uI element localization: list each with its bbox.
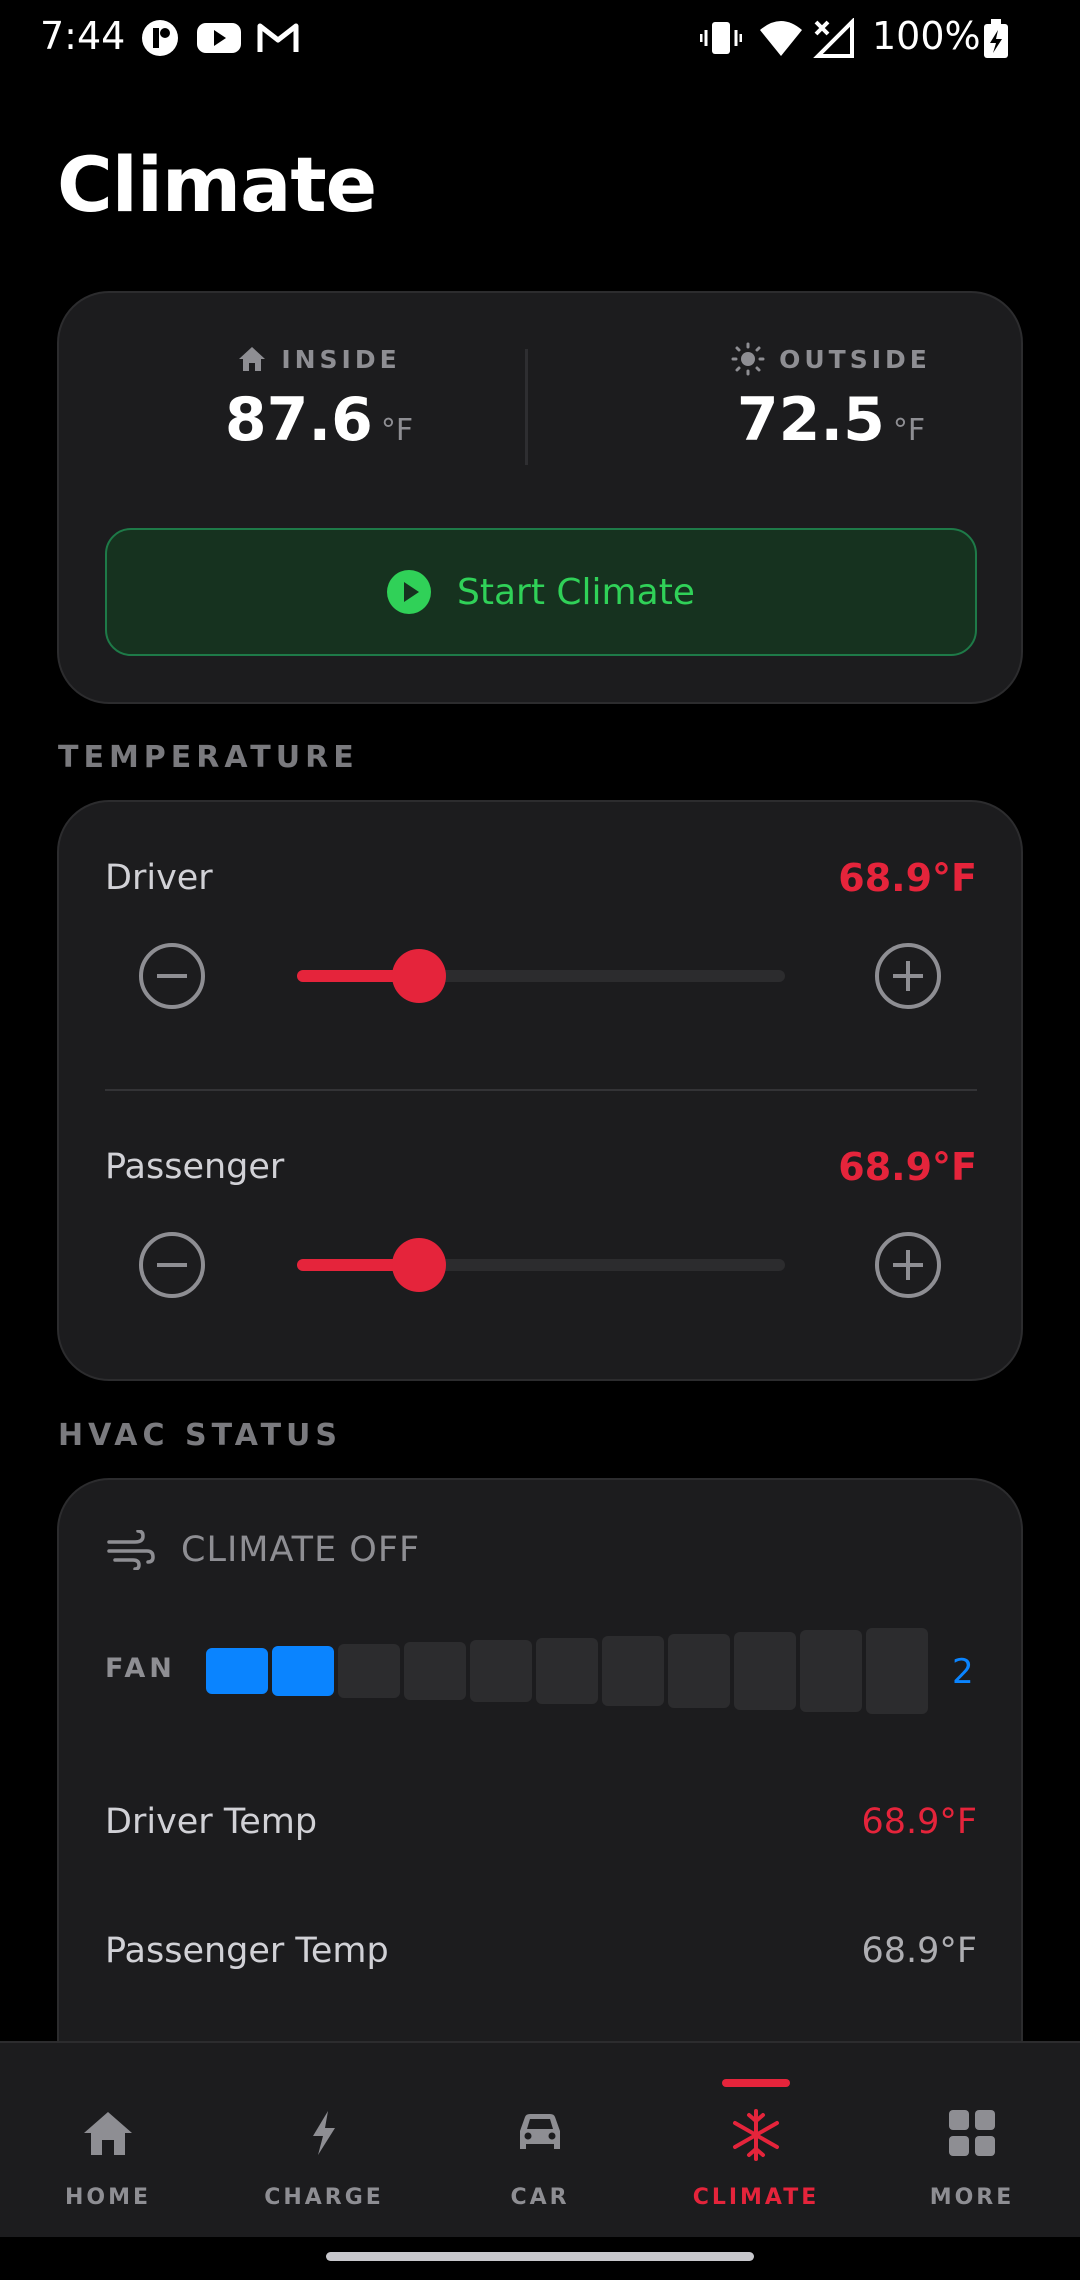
fan-level-meter	[206, 1628, 986, 1714]
grid-icon	[949, 2110, 995, 2156]
passenger-increase-button[interactable]	[875, 1232, 941, 1298]
hvac-passenger-temp-label: Passenger Temp	[105, 1931, 389, 1971]
start-climate-button[interactable]: Start Climate	[105, 528, 977, 656]
nav-car[interactable]: CAR	[432, 2043, 648, 2239]
fan-level-bar	[536, 1638, 598, 1704]
nav-charge[interactable]: CHARGE	[216, 2043, 432, 2239]
nav-climate-label: CLIMATE	[692, 2185, 820, 2210]
temperature-section-title: TEMPERATURE	[58, 740, 359, 775]
page-title: Climate	[57, 140, 377, 229]
inside-unit: °F	[380, 413, 414, 448]
start-climate-label: Start Climate	[457, 571, 695, 613]
driver-temp-slider[interactable]	[297, 949, 785, 1003]
inside-temperature: INSIDE 87.6 °F	[109, 341, 529, 456]
nav-home[interactable]: HOME	[0, 2043, 216, 2239]
nav-charge-label: CHARGE	[264, 2185, 384, 2210]
gesture-home-bar[interactable]	[326, 2252, 754, 2261]
fan-level-bar	[272, 1646, 334, 1696]
fan-wind-icon	[107, 1530, 155, 1570]
fan-level-bar	[470, 1640, 532, 1702]
status-time: 7:44	[40, 14, 126, 58]
nav-more-label: MORE	[929, 2185, 1015, 2210]
snowflake-icon	[733, 2109, 779, 2161]
fan-level-bar	[668, 1634, 730, 1708]
home-icon	[239, 347, 266, 371]
status-bar: 7:44 100%	[0, 0, 1080, 80]
play-icon	[387, 570, 432, 614]
fan-level-bar	[338, 1644, 400, 1698]
battery-charging-icon	[984, 19, 1008, 58]
wifi-icon	[760, 21, 802, 56]
inside-label: INSIDE	[281, 344, 401, 374]
hvac-driver-temp-value: 68.9°F	[861, 1802, 977, 1842]
fan-level-bar	[602, 1636, 664, 1706]
fan-value: 2	[952, 1652, 974, 1692]
hvac-section-title: HVAC STATUS	[58, 1418, 343, 1453]
gmail-icon	[257, 23, 299, 52]
hvac-driver-temp-label: Driver Temp	[105, 1802, 318, 1842]
fan-label: FAN	[105, 1653, 176, 1684]
passenger-temp-value: 68.9°F	[838, 1145, 977, 1189]
nav-home-label: HOME	[64, 2185, 152, 2210]
passenger-decrease-button[interactable]	[139, 1232, 205, 1298]
bottom-navigation: HOME CHARGE CAR CLIMATE MORE	[0, 2041, 1080, 2237]
sun-icon	[731, 342, 765, 376]
environment-card: INSIDE 87.6 °F OUTSIDE 72.5 °F Start Cli…	[57, 291, 1023, 704]
home-icon	[84, 2112, 132, 2155]
fan-level-bar	[734, 1632, 796, 1710]
nav-climate[interactable]: CLIMATE	[648, 2043, 864, 2239]
outside-unit: °F	[892, 413, 926, 448]
minus-icon	[157, 1263, 187, 1267]
driver-increase-button[interactable]	[875, 943, 941, 1009]
app-icon	[142, 20, 178, 56]
temperature-divider	[105, 1089, 977, 1091]
hvac-passenger-temp-value: 68.9°F	[861, 1931, 977, 1971]
driver-label: Driver	[105, 858, 213, 898]
inside-value: 87.6	[224, 385, 373, 455]
outside-label: OUTSIDE	[779, 344, 931, 374]
fan-level-bar	[206, 1648, 268, 1694]
outside-value: 72.5	[736, 385, 885, 455]
temperature-card: Driver 68.9°F Passenger 68.9°F	[57, 800, 1023, 1381]
passenger-slider-thumb[interactable]	[392, 1238, 446, 1292]
minus-icon	[157, 974, 187, 978]
fan-level-bar	[866, 1628, 928, 1714]
passenger-label: Passenger	[105, 1147, 285, 1187]
outside-temperature: OUTSIDE 72.5 °F	[621, 341, 1041, 455]
hvac-card: CLIMATE OFF FAN 2 Driver Temp 68.9°F Pas…	[57, 1478, 1023, 2138]
environment-divider	[525, 349, 528, 465]
fan-level-bar	[800, 1630, 862, 1712]
youtube-icon	[197, 23, 241, 53]
battery-percent: 100%	[872, 14, 981, 58]
no-signal-icon	[813, 18, 854, 58]
hvac-state-label: CLIMATE OFF	[181, 1530, 421, 1570]
hvac-state: CLIMATE OFF	[105, 1530, 420, 1570]
car-icon	[520, 2114, 560, 2149]
driver-decrease-button[interactable]	[139, 943, 205, 1009]
fan-level-bar	[404, 1642, 466, 1700]
driver-temp-value: 68.9°F	[838, 856, 977, 900]
driver-slider-thumb[interactable]	[392, 949, 446, 1003]
bolt-icon	[313, 2111, 335, 2155]
vibrate-icon	[700, 22, 742, 54]
passenger-temp-slider[interactable]	[297, 1238, 785, 1292]
nav-more[interactable]: MORE	[864, 2043, 1080, 2239]
nav-car-label: CAR	[510, 2185, 570, 2210]
